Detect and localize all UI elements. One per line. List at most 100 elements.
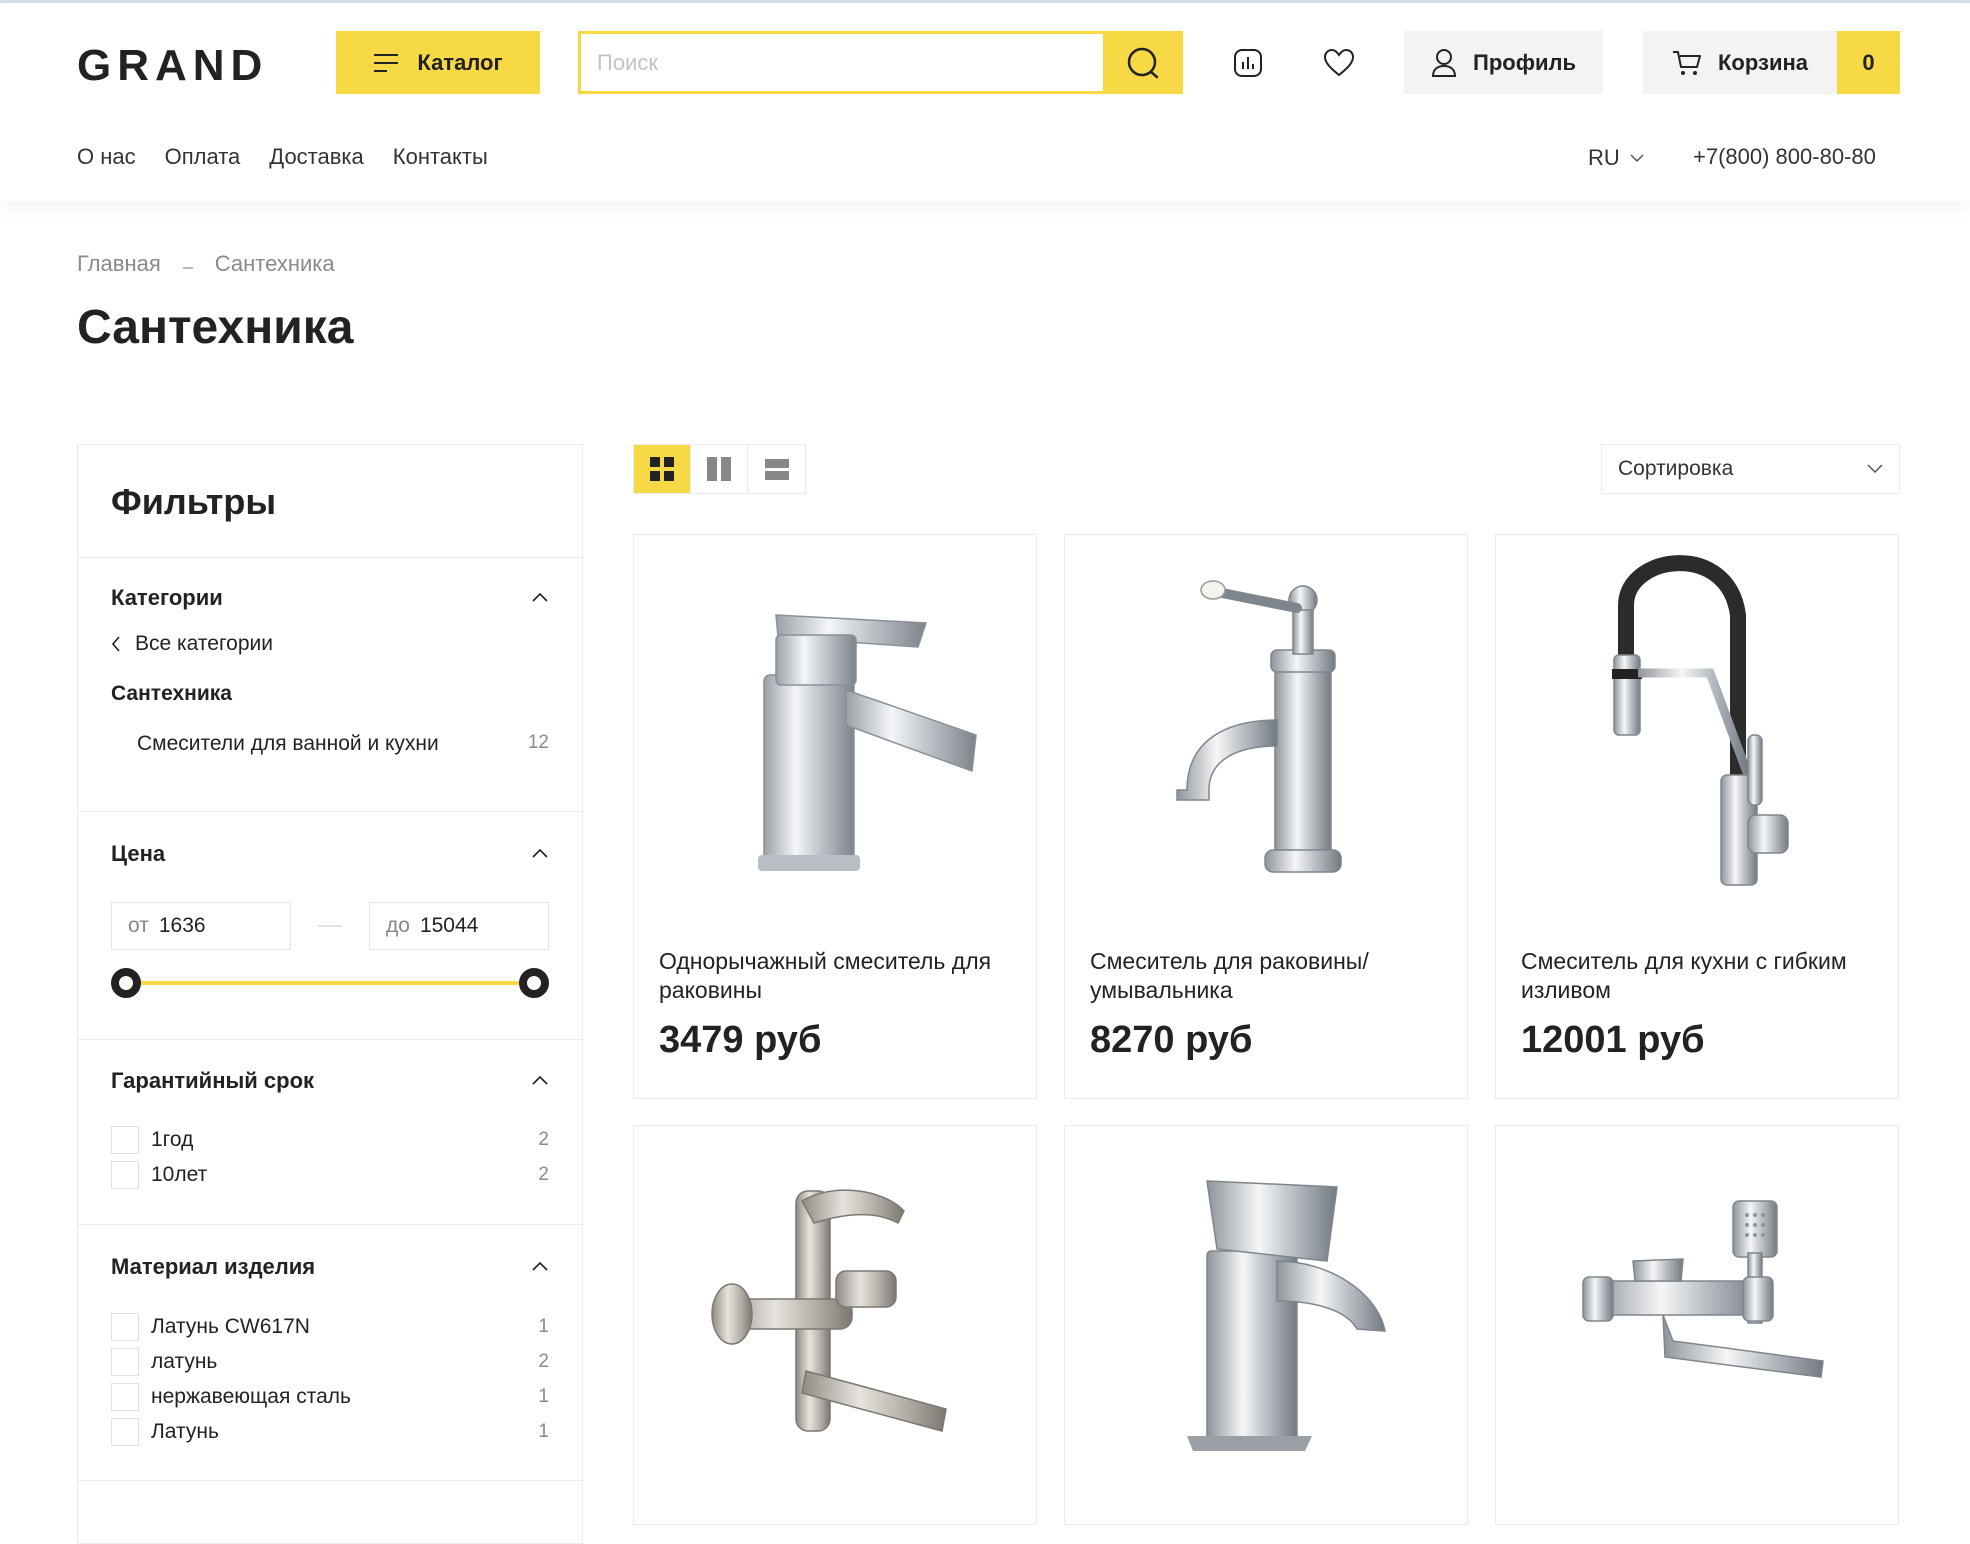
warranty-option-count: 2: [538, 1163, 549, 1185]
product-image: [634, 535, 1036, 905]
all-categories-link[interactable]: Все категории: [111, 632, 549, 656]
price-range-slider: [111, 966, 549, 1000]
language-select[interactable]: RU: [1588, 145, 1644, 171]
faucet-image: [1176, 580, 1342, 873]
filter-price-title: Цена: [111, 841, 166, 866]
main-nav: О нас Оплата Доставка Контакты: [77, 144, 488, 170]
menu-icon: [374, 53, 399, 72]
material-option-label[interactable]: Латунь CW617N: [111, 1312, 310, 1341]
checkbox[interactable]: [111, 1125, 139, 1154]
material-option-text: Латунь CW617N: [151, 1314, 310, 1338]
breadcrumb-current: Сантехника: [214, 251, 335, 276]
product-image: [634, 1126, 1036, 1496]
nav-item-payment[interactable]: Оплата: [165, 144, 241, 170]
material-option-text: нержавеющая сталь: [151, 1384, 351, 1408]
chevron-up-icon: [532, 592, 548, 602]
faucet-image: [711, 1189, 947, 1432]
list-view-button[interactable]: [748, 445, 805, 493]
shower-head-grid: [1745, 1213, 1765, 1237]
filter-material-header[interactable]: Материал изделия: [111, 1225, 549, 1309]
material-option-count: 1: [538, 1315, 549, 1337]
compare-button[interactable]: [1226, 41, 1270, 85]
filter-warranty-header[interactable]: Гарантийный срок: [111, 1040, 549, 1122]
warranty-option: 1год 2: [111, 1122, 549, 1157]
faucet-image: [1612, 555, 1789, 886]
filter-categories-header[interactable]: Категории: [111, 558, 549, 638]
product-card[interactable]: [633, 1125, 1037, 1525]
price-slider-track: [125, 981, 535, 985]
product-card[interactable]: Однорычажный смеситель для раковины 3479…: [633, 534, 1037, 1099]
chevron-up-icon: [532, 1261, 548, 1271]
filter-price-header[interactable]: Цена: [111, 812, 549, 896]
faucet-image: [1582, 1200, 1824, 1378]
filter-warranty-title: Гарантийный срок: [111, 1068, 315, 1093]
chevron-up-icon: [532, 1075, 548, 1085]
cart-main: Корзина: [1643, 31, 1837, 94]
material-option-text: латунь: [151, 1349, 218, 1373]
breadcrumb-separator: [182, 267, 193, 269]
warranty-option-text: 1год: [151, 1127, 194, 1151]
price-inputs: от до: [111, 902, 549, 950]
product-card[interactable]: Смеситель для раковины/умывальника 8270 …: [1064, 534, 1468, 1099]
checkbox[interactable]: [111, 1417, 139, 1446]
material-option-label[interactable]: Латунь: [111, 1417, 219, 1446]
checkbox[interactable]: [111, 1382, 139, 1411]
nav-item-contacts[interactable]: Контакты: [393, 144, 488, 170]
product-image: [1496, 1126, 1898, 1496]
subcategory-item[interactable]: Смесители для ванной и кухни 12: [111, 732, 549, 756]
compare-icon: [1234, 49, 1262, 77]
page-title: Сантехника: [77, 301, 354, 354]
material-option-label[interactable]: латунь: [111, 1347, 218, 1376]
heart-icon: [1323, 48, 1355, 77]
material-option-count: 1: [538, 1385, 549, 1407]
product-name: Смеситель для кухни с гибким изливом: [1521, 948, 1847, 1003]
chevron-down-icon: [1867, 464, 1883, 474]
all-categories-label: Все категории: [135, 632, 273, 655]
cart-icon: [1673, 50, 1701, 75]
grid-view-button[interactable]: [634, 445, 691, 493]
nav-item-delivery[interactable]: Доставка: [269, 144, 363, 170]
price-to-input[interactable]: [419, 914, 520, 938]
checkbox[interactable]: [111, 1160, 139, 1189]
price-dash: [318, 925, 342, 927]
price-slider-max-handle[interactable]: [519, 968, 549, 998]
product-card[interactable]: Смеситель для кухни с гибким изливом 120…: [1495, 534, 1899, 1099]
breadcrumb: Главная Сантехника: [77, 251, 335, 277]
product-card[interactable]: [1064, 1125, 1468, 1525]
columns-icon: [707, 457, 731, 481]
sort-label: Сортировка: [1618, 457, 1734, 480]
chevron-left-icon: [111, 636, 120, 652]
price-to-prefix: до: [386, 914, 410, 937]
logo[interactable]: GRAND: [77, 41, 268, 91]
catalog-label: Каталог: [417, 49, 503, 75]
checkbox[interactable]: [111, 1312, 139, 1341]
cart-button[interactable]: Корзина 0: [1643, 31, 1900, 94]
price-slider-min-handle[interactable]: [111, 968, 141, 998]
filter-categories-title: Категории: [111, 585, 223, 610]
sort-dropdown[interactable]: Сортировка: [1601, 444, 1900, 494]
nav-item-about[interactable]: О нас: [77, 144, 136, 170]
product-image: [1496, 535, 1898, 905]
material-option: Латунь CW617N 1: [111, 1309, 549, 1344]
warranty-option-text: 10лет: [151, 1162, 208, 1186]
chevron-down-icon: [1630, 154, 1644, 163]
material-option-label[interactable]: нержавеющая сталь: [111, 1382, 351, 1411]
two-column-view-button[interactable]: [691, 445, 748, 493]
material-option-text: Латунь: [151, 1419, 219, 1443]
price-from-input[interactable]: [158, 914, 259, 938]
checkbox[interactable]: [111, 1347, 139, 1376]
chevron-up-icon: [532, 848, 548, 858]
phone-number[interactable]: +7(800) 800-80-80: [1693, 144, 1876, 170]
favorites-button[interactable]: [1317, 41, 1361, 85]
catalog-button[interactable]: Каталог: [336, 31, 540, 94]
warranty-option-label[interactable]: 10лет: [111, 1160, 208, 1189]
profile-label: Профиль: [1473, 49, 1576, 75]
search-button[interactable]: [1103, 31, 1183, 94]
profile-button[interactable]: Профиль: [1404, 31, 1603, 94]
breadcrumb-home[interactable]: Главная: [77, 251, 161, 277]
product-name: Однорычажный смеситель для раковины: [659, 948, 992, 1003]
product-card[interactable]: [1495, 1125, 1899, 1525]
warranty-option-label[interactable]: 1год: [111, 1125, 194, 1154]
subcategory-count: 12: [527, 732, 549, 753]
search-input[interactable]: [581, 34, 1103, 91]
